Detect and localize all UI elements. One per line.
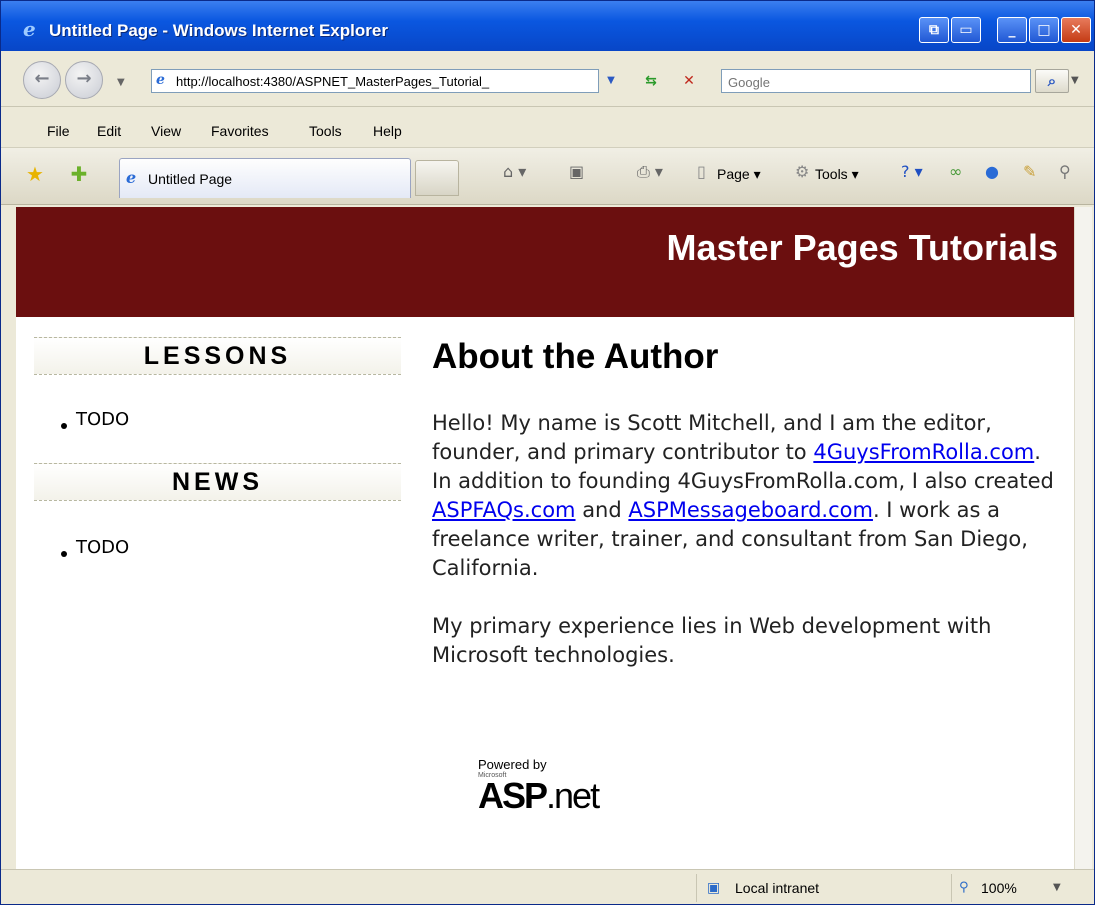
address-dropdown-icon[interactable]: ▼ <box>601 69 621 93</box>
lessons-item: TODO <box>76 409 130 430</box>
tab-label: Untitled Page <box>148 171 233 187</box>
tools-menu[interactable]: Tools ▾ <box>815 166 859 183</box>
refresh-icon[interactable]: ⇆ <box>637 69 665 93</box>
minimize-button[interactable]: _ <box>997 17 1027 43</box>
status-divider <box>951 874 952 902</box>
powered-by-aspnet-logo[interactable]: Powered by Microsoft ASP.net <box>478 757 600 814</box>
menu-file[interactable]: File <box>47 123 70 139</box>
menu-favorites[interactable]: Favorites <box>211 123 269 139</box>
tab-command-bar: ★ ✚ e Untitled Page ⌂ ▾ ▣ ⎙ ▾ ▯ Page ▾ ⚙… <box>1 148 1094 205</box>
forward-button[interactable]: → <box>65 61 103 99</box>
menu-bar: File Edit View Favorites Tools Help <box>1 107 1094 148</box>
asp-text: ASP <box>478 775 548 816</box>
restore-tiles-icon[interactable]: ⧉ <box>919 17 949 43</box>
powered-by-label: Powered by <box>478 757 547 772</box>
browser-window: e Untitled Page - Windows Internet Explo… <box>0 0 1095 905</box>
link-aspmessageboard[interactable]: ASPMessageboard.com <box>628 498 873 522</box>
status-bar: ▣ Local intranet ⚲ 100% ▼ <box>1 869 1094 904</box>
tab-untitled-page[interactable]: e Untitled Page <box>119 158 411 198</box>
news-item: TODO <box>76 537 130 558</box>
window-layout-icon[interactable]: ▭ <box>951 17 981 43</box>
page-viewport: Master Pages Tutorials LESSONS TODO NEWS… <box>16 207 1074 869</box>
search-input[interactable] <box>726 71 1020 93</box>
news-heading: NEWS <box>34 463 401 501</box>
main-content: About the Author Hello! My name is Scott… <box>432 337 1062 670</box>
page-menu-icon: ▯ <box>697 162 706 181</box>
menu-view[interactable]: View <box>151 123 181 139</box>
print-icon[interactable]: ⎙ ▾ <box>637 162 663 182</box>
search-icon[interactable]: ⌕ <box>1035 69 1069 93</box>
bullet <box>61 423 67 429</box>
zoom-dropdown-icon[interactable]: ▼ <box>1053 882 1061 893</box>
research-icon[interactable]: ∞ <box>949 162 962 181</box>
search-box[interactable] <box>721 69 1031 93</box>
tab-ie-icon: e <box>126 168 137 187</box>
link-4guysfromrolla[interactable]: 4GuysFromRolla.com <box>813 440 1034 464</box>
back-button[interactable]: ← <box>23 61 61 99</box>
blog-icon[interactable]: ✎ <box>1023 162 1036 181</box>
menu-edit[interactable]: Edit <box>97 123 121 139</box>
address-url: http://localhost:4380/ASPNET_MasterPages… <box>176 74 490 89</box>
page-banner: Master Pages Tutorials <box>16 207 1074 317</box>
search-options-icon[interactable]: ▼ <box>1071 69 1085 93</box>
close-button[interactable]: ✕ <box>1061 17 1091 43</box>
aspnet-logo: ASP.net <box>478 778 600 814</box>
tools-gear-icon: ⚙ <box>795 162 810 181</box>
history-dropdown-icon[interactable]: ▼ <box>117 77 125 88</box>
home-icon[interactable]: ⌂ ▾ <box>503 162 526 181</box>
messenger-icon[interactable]: ● <box>985 162 999 181</box>
menu-help[interactable]: Help <box>373 123 402 139</box>
ie-logo-icon: e <box>23 17 36 41</box>
page-heading: About the Author <box>432 337 719 376</box>
page-icon: e <box>156 72 165 88</box>
new-tab-button[interactable] <box>415 160 459 196</box>
favorites-star-icon[interactable]: ★ <box>23 162 47 186</box>
page-menu-label: Page <box>717 166 750 182</box>
banner-title: Master Pages Tutorials <box>666 227 1058 268</box>
bullet <box>61 551 67 557</box>
status-divider <box>696 874 697 902</box>
zoom-icon: ⚲ <box>959 880 969 895</box>
feeds-icon[interactable]: ▣ <box>569 162 584 181</box>
security-zone[interactable]: Local intranet <box>735 880 819 896</box>
lessons-heading: LESSONS <box>34 337 401 375</box>
maximize-button[interactable]: □ <box>1029 17 1059 43</box>
intranet-zone-icon: ▣ <box>707 880 721 896</box>
vertical-scrollbar[interactable] <box>1074 207 1092 869</box>
menu-tools[interactable]: Tools <box>309 123 342 139</box>
stop-icon[interactable]: ✕ <box>675 69 703 93</box>
tools-menu-label: Tools <box>815 166 848 182</box>
author-paragraph: Hello! My name is Scott Mitchell, and I … <box>432 409 1062 583</box>
address-toolbar: ← → ▼ e http://localhost:4380/ASPNET_Mas… <box>1 51 1094 107</box>
link-aspfaqs[interactable]: ASPFAQs.com <box>432 498 576 522</box>
window-title: Untitled Page - Windows Internet Explore… <box>49 21 388 40</box>
experience-paragraph: My primary experience lies in Web develo… <box>432 614 992 667</box>
address-field[interactable]: e http://localhost:4380/ASPNET_MasterPag… <box>151 69 599 93</box>
page-menu[interactable]: Page ▾ <box>717 166 761 183</box>
research-pane-icon[interactable]: ⚲ <box>1059 162 1071 181</box>
para-text: and <box>575 498 629 522</box>
help-icon[interactable]: ? ▾ <box>901 162 923 181</box>
zoom-level[interactable]: 100% <box>981 880 1017 896</box>
title-bar[interactable]: e Untitled Page - Windows Internet Explo… <box>1 1 1094 51</box>
net-text: .net <box>546 775 600 816</box>
add-favorite-icon[interactable]: ✚ <box>67 162 91 186</box>
